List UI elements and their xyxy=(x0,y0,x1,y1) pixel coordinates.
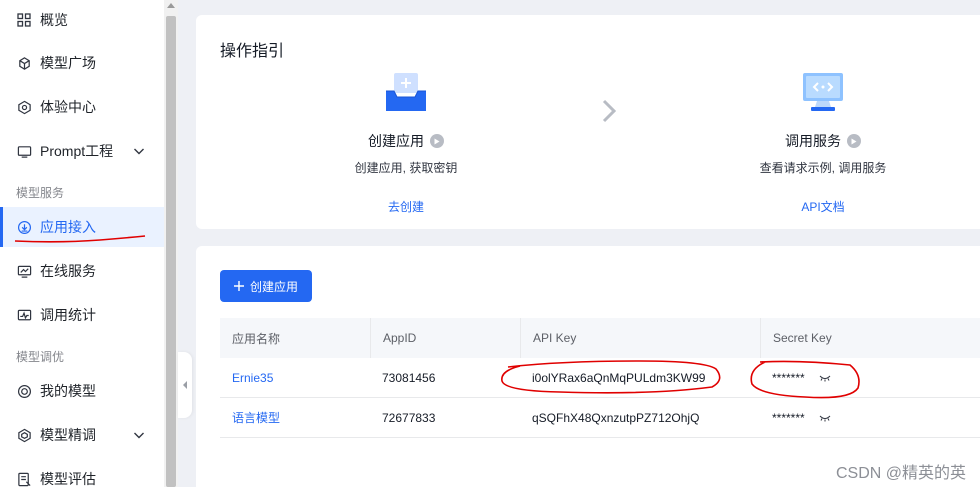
step-create-app: 创建应用 创建应用, 获取密钥 去创建 xyxy=(296,71,516,215)
sidebar-item-label: 我的模型 xyxy=(40,383,96,399)
sidebar-collapse-handle[interactable] xyxy=(178,352,192,418)
table-row: Ernie35 73081456 i0olYRax6aQnMqPULdm3KW9… xyxy=(220,358,980,398)
monitor-icon xyxy=(16,143,32,159)
appid-value: 73081456 xyxy=(382,370,436,385)
group-label-model-tuning: 模型调优 xyxy=(16,350,65,364)
hexagon-icon xyxy=(16,99,32,115)
chevron-left-icon xyxy=(183,381,187,389)
api-key-value: i0olYRax6aQnMqPULdm3KW99 xyxy=(532,370,706,385)
guide-title: 操作指引 xyxy=(220,43,285,60)
create-app-label: 创建应用 xyxy=(249,279,298,294)
sidebar-item-label: 模型广场 xyxy=(40,55,96,71)
sidebar-item-label: 在线服务 xyxy=(40,263,96,279)
sidebar-item-online-service[interactable]: 在线服务 xyxy=(0,251,164,291)
watermark: CSDN @精英的英 xyxy=(835,465,966,482)
step-title-text: 调用服务 xyxy=(785,133,841,149)
sidebar-item-fine-tune[interactable]: 模型精调 xyxy=(0,415,164,455)
sidebar-item-label: 应用接入 xyxy=(40,219,96,235)
create-app-illustration-icon xyxy=(386,73,426,111)
play-video-icon[interactable] xyxy=(430,134,444,148)
table-row: 语言模型 72677833 qSQFhX48QxnzutpPZ712OhjQ *… xyxy=(220,398,980,438)
evaluate-icon xyxy=(16,471,32,487)
appid-value: 72677833 xyxy=(382,410,436,425)
sidebar-item-label: Prompt工程 xyxy=(40,143,114,159)
step-description: 查看请求示例, 调用服务 xyxy=(759,161,887,175)
group-label-model-service: 模型服务 xyxy=(16,186,65,200)
sidebar-item-my-models[interactable]: 我的模型 xyxy=(0,371,164,411)
chevron-down-icon[interactable] xyxy=(132,144,146,158)
scrollbar-thumb[interactable] xyxy=(166,16,176,487)
cube-icon xyxy=(16,55,32,71)
secret-key-cell: ******* xyxy=(760,411,980,425)
sidebar-item-prompt[interactable]: Prompt工程 xyxy=(0,131,164,171)
sidebar-item-label: 调用统计 xyxy=(40,307,96,323)
step-title: 调用服务 xyxy=(713,131,933,151)
call-service-illustration-icon xyxy=(803,73,843,111)
sidebar-item-label: 概览 xyxy=(40,12,68,28)
operation-guide-card: 操作指引 创建应用 创建应用, 获取密钥 去创建 调用服务 查看请求示例, 调用… xyxy=(196,15,980,229)
column-header-api-key: API Key xyxy=(520,318,760,358)
sidebar-item-app-access[interactable]: 应用接入 xyxy=(0,207,164,247)
column-header-appid: AppID xyxy=(370,318,520,358)
download-icon xyxy=(16,219,32,235)
sidebar-item-experience[interactable]: 体验中心 xyxy=(0,87,164,127)
step-title-text: 创建应用 xyxy=(368,133,424,149)
stats-icon xyxy=(16,307,32,323)
step-call-service: 调用服务 查看请求示例, 调用服务 API文档 xyxy=(713,71,933,215)
api-docs-link[interactable]: API文档 xyxy=(713,198,933,215)
tune-icon xyxy=(16,427,32,443)
play-video-icon[interactable] xyxy=(847,134,861,148)
sidebar-item-evaluate[interactable]: 模型评估 xyxy=(0,459,164,487)
sidebar-scrollbar[interactable] xyxy=(164,0,178,487)
step-title: 创建应用 xyxy=(296,131,516,151)
model-icon xyxy=(16,383,32,399)
app-name-link[interactable]: Ernie35 xyxy=(220,371,370,385)
eye-closed-icon[interactable] xyxy=(819,374,831,382)
api-key-value: qSQFhX48QxnzutpPZ712OhjQ xyxy=(532,410,700,425)
app-name-link[interactable]: 语言模型 xyxy=(220,409,370,426)
secret-key-cell: ******* xyxy=(760,371,980,385)
sidebar-item-label: 模型评估 xyxy=(40,471,96,487)
app-table: 应用名称 AppID API Key Secret Key Ernie35 73… xyxy=(220,318,980,438)
step-description: 创建应用, 获取密钥 xyxy=(354,161,458,175)
chevron-down-icon[interactable] xyxy=(132,428,146,442)
secret-key-masked: ******* xyxy=(772,370,805,385)
eye-closed-icon[interactable] xyxy=(819,414,831,422)
app-list-card: 创建应用 应用名称 AppID API Key Secret Key Ernie… xyxy=(196,246,980,487)
table-header: 应用名称 AppID API Key Secret Key xyxy=(220,318,980,358)
sidebar-item-overview[interactable]: 概览 xyxy=(0,0,164,40)
sidebar-item-call-stats[interactable]: 调用统计 xyxy=(0,295,164,335)
secret-key-masked: ******* xyxy=(772,410,805,425)
scroll-up-arrow-icon[interactable] xyxy=(167,3,175,8)
sidebar: 概览 模型广场 体验中心 Prompt工程 模型服务 应用接入 在线服务 调用统… xyxy=(0,0,164,487)
create-app-button[interactable]: 创建应用 xyxy=(220,270,312,302)
go-create-link[interactable]: 去创建 xyxy=(296,198,516,215)
sidebar-item-model-square[interactable]: 模型广场 xyxy=(0,43,164,83)
column-header-app-name: 应用名称 xyxy=(232,331,281,346)
plus-icon xyxy=(233,281,244,291)
grid-icon xyxy=(16,12,32,28)
sidebar-item-label: 模型精调 xyxy=(40,427,96,443)
column-header-secret-key: Secret Key xyxy=(760,318,980,358)
arrow-right-icon xyxy=(602,99,616,123)
chart-screen-icon xyxy=(16,263,32,279)
sidebar-item-label: 体验中心 xyxy=(40,99,96,115)
